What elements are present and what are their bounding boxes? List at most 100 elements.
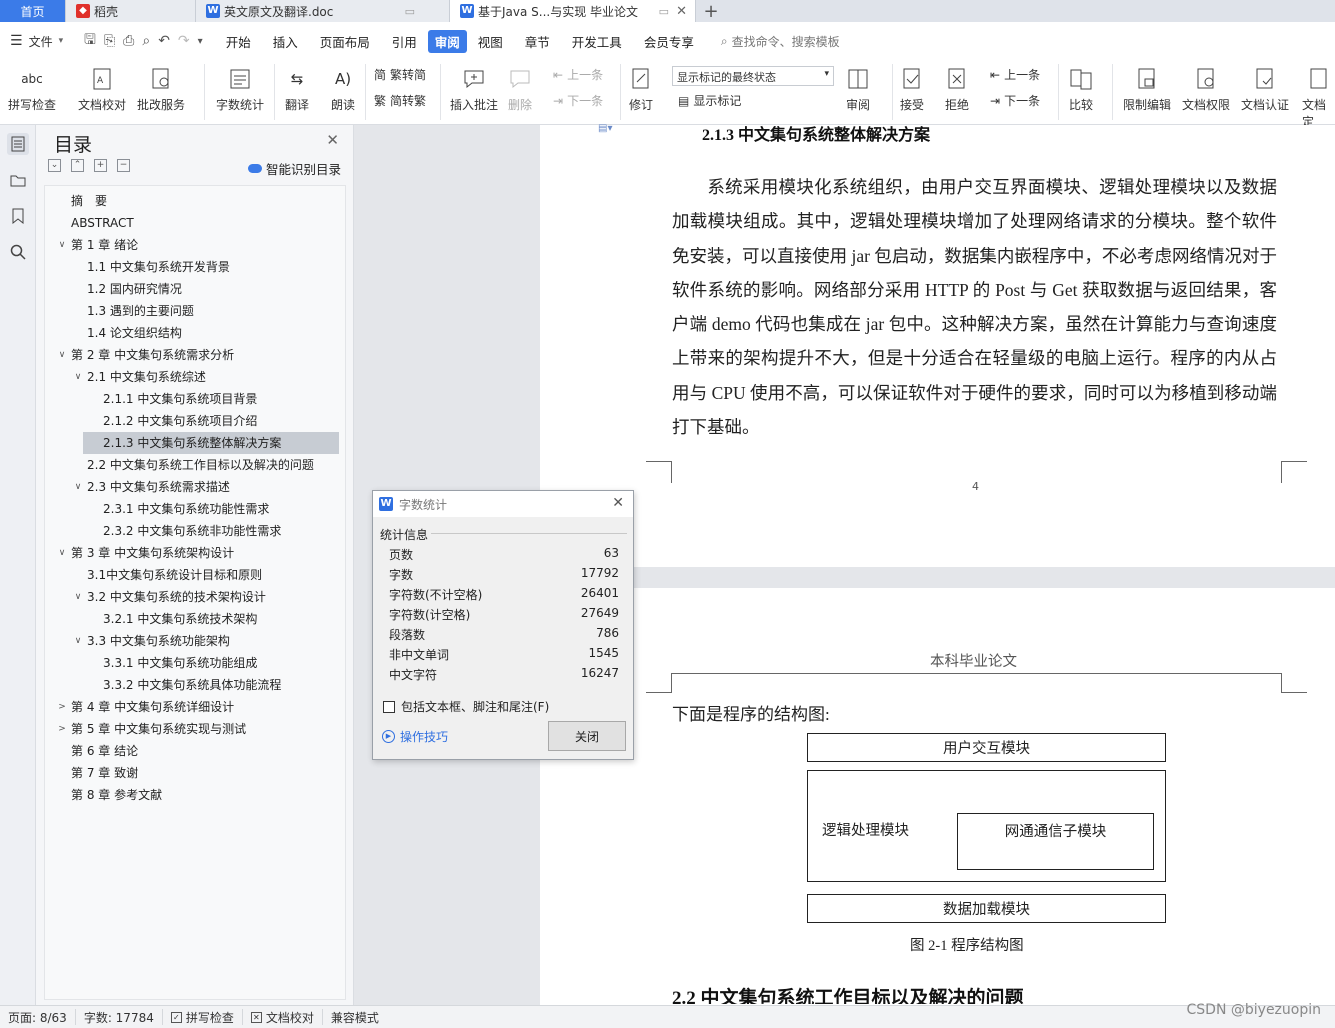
collapse-all-icon[interactable]: ⌄ bbox=[48, 159, 61, 172]
toc-item[interactable]: 2.2 中文集句系统工作目标以及解决的问题 bbox=[45, 454, 345, 476]
read-aloud-button[interactable]: A) 朗读 bbox=[330, 66, 356, 113]
monitor-icon[interactable]: ▭ bbox=[405, 5, 415, 18]
doc-proof-status[interactable]: ✕ 文档校对 bbox=[243, 1009, 323, 1025]
new-tab-button[interactable]: + bbox=[696, 0, 726, 22]
menu-insert[interactable]: 插入 bbox=[262, 29, 309, 54]
menu-home[interactable]: 开始 bbox=[215, 29, 262, 54]
delete-comment-button[interactable]: 删除 bbox=[507, 66, 533, 113]
close-icon[interactable]: ✕ bbox=[326, 131, 339, 149]
chevron-down-icon[interactable]: ∨ bbox=[57, 344, 67, 366]
close-button[interactable]: 关闭 bbox=[548, 721, 626, 751]
menu-chapter[interactable]: 章节 bbox=[514, 29, 561, 54]
toc-item[interactable]: 1.4 论文组织结构 bbox=[45, 322, 345, 344]
toc-item[interactable]: 1.2 国内研究情况 bbox=[45, 278, 345, 300]
monitor-icon[interactable]: ▭ bbox=[659, 5, 669, 18]
toc-item[interactable]: ∨ 第 3 章 中文集句系统架构设计 bbox=[45, 542, 345, 564]
next-comment-button[interactable]: ⇥ 下一条 bbox=[553, 92, 603, 109]
menu-review[interactable]: 审阅 bbox=[427, 29, 467, 53]
doc-certify-button[interactable]: 文档认证 bbox=[1241, 66, 1289, 113]
toc-item[interactable]: ∨ 第 2 章 中文集句系统需求分析 bbox=[45, 344, 345, 366]
chevron-down-icon[interactable]: ∨ bbox=[57, 542, 67, 564]
spell-check-status[interactable]: ✓ 拼写检查 bbox=[163, 1009, 243, 1025]
command-search[interactable]: ⌕ 查找命令、搜索模板 bbox=[721, 33, 840, 50]
insert-comment-button[interactable]: 插入批注 bbox=[450, 66, 498, 113]
comment-marker-icon[interactable]: ▤▾ bbox=[598, 123, 612, 134]
collapse-icon[interactable]: − bbox=[117, 159, 130, 172]
toc-panel-icon[interactable] bbox=[7, 133, 29, 155]
undo-icon[interactable]: ↶ bbox=[158, 33, 170, 49]
toc-item[interactable]: 2.1.3 中文集句系统整体解决方案 bbox=[83, 432, 339, 454]
simp-to-trad-button[interactable]: 繁简转繁 bbox=[374, 92, 426, 109]
toc-item[interactable]: 2.1.1 中文集句系统项目背景 bbox=[45, 388, 345, 410]
next-change-button[interactable]: ⇥ 下一条 bbox=[990, 92, 1040, 109]
tab-translation-doc[interactable]: W 英文原文及翻译.doc ▭ bbox=[196, 0, 450, 22]
review-pane-button[interactable]: 审阅 bbox=[845, 66, 871, 113]
toc-item[interactable]: 摘 要 bbox=[45, 190, 345, 212]
save-icon[interactable]: 🖫 bbox=[84, 29, 96, 53]
chevron-right-icon[interactable]: > bbox=[57, 696, 67, 718]
toc-item[interactable]: 3.1中文集句系统设计目标和原则 bbox=[45, 564, 345, 586]
menu-view[interactable]: 视图 bbox=[467, 29, 514, 54]
chevron-down-icon[interactable]: ∨ bbox=[73, 366, 83, 388]
toc-item[interactable]: 3.2.1 中文集句系统技术架构 bbox=[45, 608, 345, 630]
menu-developer[interactable]: 开发工具 bbox=[561, 29, 633, 54]
tab-home[interactable]: 首页 bbox=[0, 0, 66, 22]
print-icon[interactable]: ⎙ bbox=[123, 33, 134, 49]
toc-item[interactable]: 1.3 遇到的主要问题 bbox=[45, 300, 345, 322]
chevron-down-icon[interactable]: ∨ bbox=[73, 630, 83, 652]
toc-item[interactable]: ABSTRACT bbox=[45, 212, 345, 234]
export-icon[interactable]: ⎘ bbox=[104, 33, 115, 49]
doc-permission-button[interactable]: 文档权限 bbox=[1182, 66, 1230, 113]
chevron-down-icon[interactable]: ∨ bbox=[73, 476, 83, 498]
bookmark-icon[interactable] bbox=[7, 205, 29, 227]
tab-docer[interactable]: ◆ 稻壳 bbox=[66, 0, 196, 22]
chevron-down-icon[interactable]: ∨ bbox=[57, 234, 67, 256]
toc-item[interactable]: 2.3.1 中文集句系统功能性需求 bbox=[45, 498, 345, 520]
menu-member[interactable]: 会员专享 bbox=[633, 29, 705, 54]
trad-to-simp-button[interactable]: 简繁转简 bbox=[374, 66, 426, 83]
toc-item[interactable]: ∨ 第 1 章 绪论 bbox=[45, 234, 345, 256]
toc-item[interactable]: ∨ 3.3 中文集句系统功能架构 bbox=[45, 630, 345, 652]
search-icon[interactable] bbox=[7, 241, 29, 263]
toc-item[interactable]: > 第 4 章 中文集句系统详细设计 bbox=[45, 696, 345, 718]
tab-thesis-doc[interactable]: W 基于Java S...与实现 毕业论文 ▭ ✕ bbox=[450, 0, 696, 22]
prev-change-button[interactable]: ⇤ 上一条 bbox=[990, 66, 1040, 83]
page-indicator[interactable]: 页面: 8/63 bbox=[0, 1009, 76, 1025]
include-textbox-checkbox[interactable]: 包括文本框、脚注和尾注(F) bbox=[383, 698, 549, 715]
accept-button[interactable]: 接受 bbox=[899, 66, 925, 113]
close-icon[interactable]: ✕ bbox=[612, 495, 624, 511]
expand-all-icon[interactable]: + bbox=[94, 159, 107, 172]
doc-proof-button[interactable]: A 文档校对 bbox=[78, 66, 126, 113]
expand-up-icon[interactable]: ⌃ bbox=[71, 159, 84, 172]
toc-item[interactable]: 2.1.2 中文集句系统项目介绍 bbox=[45, 410, 345, 432]
track-changes-button[interactable]: 修订 bbox=[628, 66, 654, 113]
dialog-titlebar[interactable]: W 字数统计 bbox=[373, 491, 633, 517]
translate-button[interactable]: ⇆ 翻译 bbox=[284, 66, 310, 113]
toc-item[interactable]: 第 7 章 致谢 bbox=[45, 762, 345, 784]
reject-button[interactable]: 拒绝 bbox=[944, 66, 970, 113]
tips-link[interactable]: ▶ 操作技巧 bbox=[382, 728, 448, 745]
toc-item[interactable]: ∨ 2.1 中文集句系统综述 bbox=[45, 366, 345, 388]
toc-item[interactable]: 3.3.2 中文集句系统具体功能流程 bbox=[45, 674, 345, 696]
toc-item[interactable]: 2.3.2 中文集句系统非功能性需求 bbox=[45, 520, 345, 542]
redo-icon[interactable]: ↷ bbox=[178, 33, 190, 49]
menu-references[interactable]: 引用 bbox=[381, 29, 428, 54]
toc-item[interactable]: 第 6 章 结论 bbox=[45, 740, 345, 762]
file-menu[interactable]: ☰ 文件 ▾ bbox=[0, 33, 84, 50]
word-count-button[interactable]: 字数统计 bbox=[216, 66, 264, 113]
show-markup-button[interactable]: ▤ 显示标记 bbox=[678, 92, 741, 109]
chevron-right-icon[interactable]: > bbox=[57, 718, 67, 740]
toc-item[interactable]: 第 8 章 参考文献 bbox=[45, 784, 345, 806]
compare-button[interactable]: 比较 bbox=[1068, 66, 1094, 113]
word-count-indicator[interactable]: 字数: 17784 bbox=[76, 1009, 163, 1025]
toc-item[interactable]: ∨ 3.2 中文集句系统的技术架构设计 bbox=[45, 586, 345, 608]
customize-icon[interactable]: ▾ bbox=[198, 36, 203, 47]
chevron-down-icon[interactable]: ∨ bbox=[73, 586, 83, 608]
menu-page-layout[interactable]: 页面布局 bbox=[309, 29, 381, 54]
spell-check-button[interactable]: abc 拼写检查 bbox=[8, 66, 56, 113]
toc-item[interactable]: 1.1 中文集句系统开发背景 bbox=[45, 256, 345, 278]
prev-comment-button[interactable]: ⇤ 上一条 bbox=[553, 66, 603, 83]
toc-item[interactable]: 3.3.1 中文集句系统功能组成 bbox=[45, 652, 345, 674]
toc-item[interactable]: ∨ 2.3 中文集句系统需求描述 bbox=[45, 476, 345, 498]
toc-item[interactable]: > 第 5 章 中文集句系统实现与测试 bbox=[45, 718, 345, 740]
